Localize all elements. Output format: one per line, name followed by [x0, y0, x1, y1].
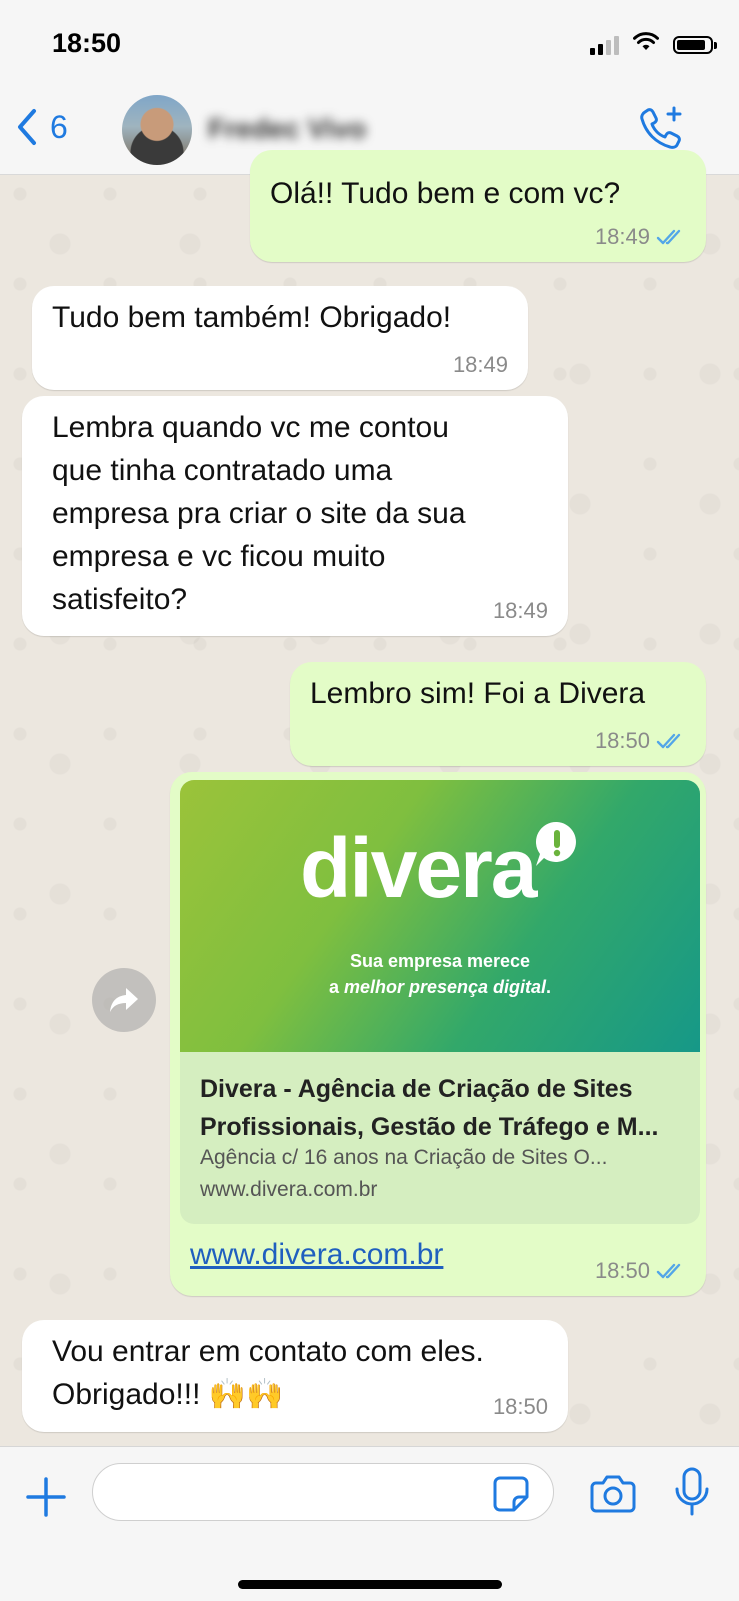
read-ticks-icon [656, 733, 681, 749]
message-time: 18:49 [594, 224, 650, 249]
link-preview-domain: www.divera.com.br [200, 1178, 378, 1201]
forward-icon [110, 988, 138, 1012]
read-ticks-icon [656, 1263, 681, 1279]
status-time: 18:50 [52, 28, 122, 58]
contact-name[interactable]: Fredec Vivo [208, 113, 366, 145]
back-button[interactable]: 6 [16, 108, 68, 146]
message-time: 18:50 [492, 1394, 548, 1419]
microphone-button[interactable] [674, 1467, 710, 1524]
message-time: 18:50 [594, 1258, 650, 1283]
message-input-bar [0, 1446, 739, 1601]
cellular-signal-icon [590, 35, 619, 55]
message-text: Lembra quando vc me contou que tinha con… [52, 411, 466, 616]
message-input[interactable] [92, 1463, 554, 1521]
sticker-button[interactable] [492, 1475, 530, 1518]
battery-icon [673, 35, 717, 54]
camera-icon [590, 1475, 636, 1513]
chevron-left-icon [18, 109, 36, 145]
divera-logo: divera [180, 820, 700, 917]
wifi-icon [633, 32, 659, 57]
camera-button[interactable] [590, 1473, 636, 1518]
unread-count: 6 [50, 108, 68, 145]
message-bubble-outgoing[interactable]: Lembro sim! Foi a Divera 18:50 [290, 662, 706, 766]
message-text: Vou entrar em contato com eles. Obrigado… [52, 1335, 484, 1411]
link-preview-card[interactable]: divera Sua empresa merece a melhor prese… [180, 780, 700, 1224]
message-bubble-incoming[interactable]: Tudo bem também! Obrigado! 18:49 [32, 286, 528, 390]
message-bubble-outgoing[interactable]: Olá!! Tudo bem e com vc? 18:49 [250, 150, 706, 262]
message-time: 18:50 [594, 728, 650, 753]
forward-button[interactable] [92, 968, 156, 1032]
message-meta: 18:50 [493, 1394, 548, 1420]
plus-icon [26, 1477, 66, 1517]
message-meta: 18:49 [493, 598, 548, 624]
message-link[interactable]: www.divera.com.br [190, 1238, 443, 1272]
message-meta: 18:50 [595, 728, 686, 754]
exclamation-speech-icon [535, 821, 576, 866]
message-text: Tudo bem também! Obrigado! [52, 301, 452, 334]
link-preview-description: Agência c/ 16 anos na Criação de Sites O… [200, 1146, 608, 1169]
home-indicator [238, 1580, 502, 1589]
link-preview-tagline: Sua empresa merece a melhor presença dig… [328, 951, 552, 997]
chat-header: 18:50 6 Fredec Vivo [0, 0, 739, 175]
status-icons [590, 32, 717, 57]
message-time: 18:49 [452, 352, 508, 377]
link-preview-image: divera Sua empresa merece a melhor prese… [180, 780, 700, 1052]
message-time: 18:49 [492, 598, 548, 623]
attach-button[interactable] [26, 1477, 66, 1522]
microphone-icon [675, 1467, 709, 1516]
message-meta: 18:49 [453, 352, 508, 378]
message-text: Lembro sim! Foi a Divera [310, 677, 646, 710]
message-meta: 18:50 [595, 1258, 686, 1284]
message-bubble-incoming[interactable]: Lembra quando vc me contou que tinha con… [22, 396, 568, 636]
message-meta: 18:49 [595, 224, 686, 250]
message-bubble-outgoing-link[interactable]: divera Sua empresa merece a melhor prese… [170, 772, 706, 1296]
sticker-icon [493, 1476, 529, 1512]
message-bubble-incoming[interactable]: Vou entrar em contato com eles. Obrigado… [22, 1320, 568, 1432]
read-ticks-icon [656, 229, 681, 245]
avatar[interactable] [122, 95, 192, 165]
link-preview-title: Divera - Agência de Criação de Sites Pro… [200, 1075, 659, 1141]
message-text: Olá!! Tudo bem e com vc? [270, 177, 621, 210]
